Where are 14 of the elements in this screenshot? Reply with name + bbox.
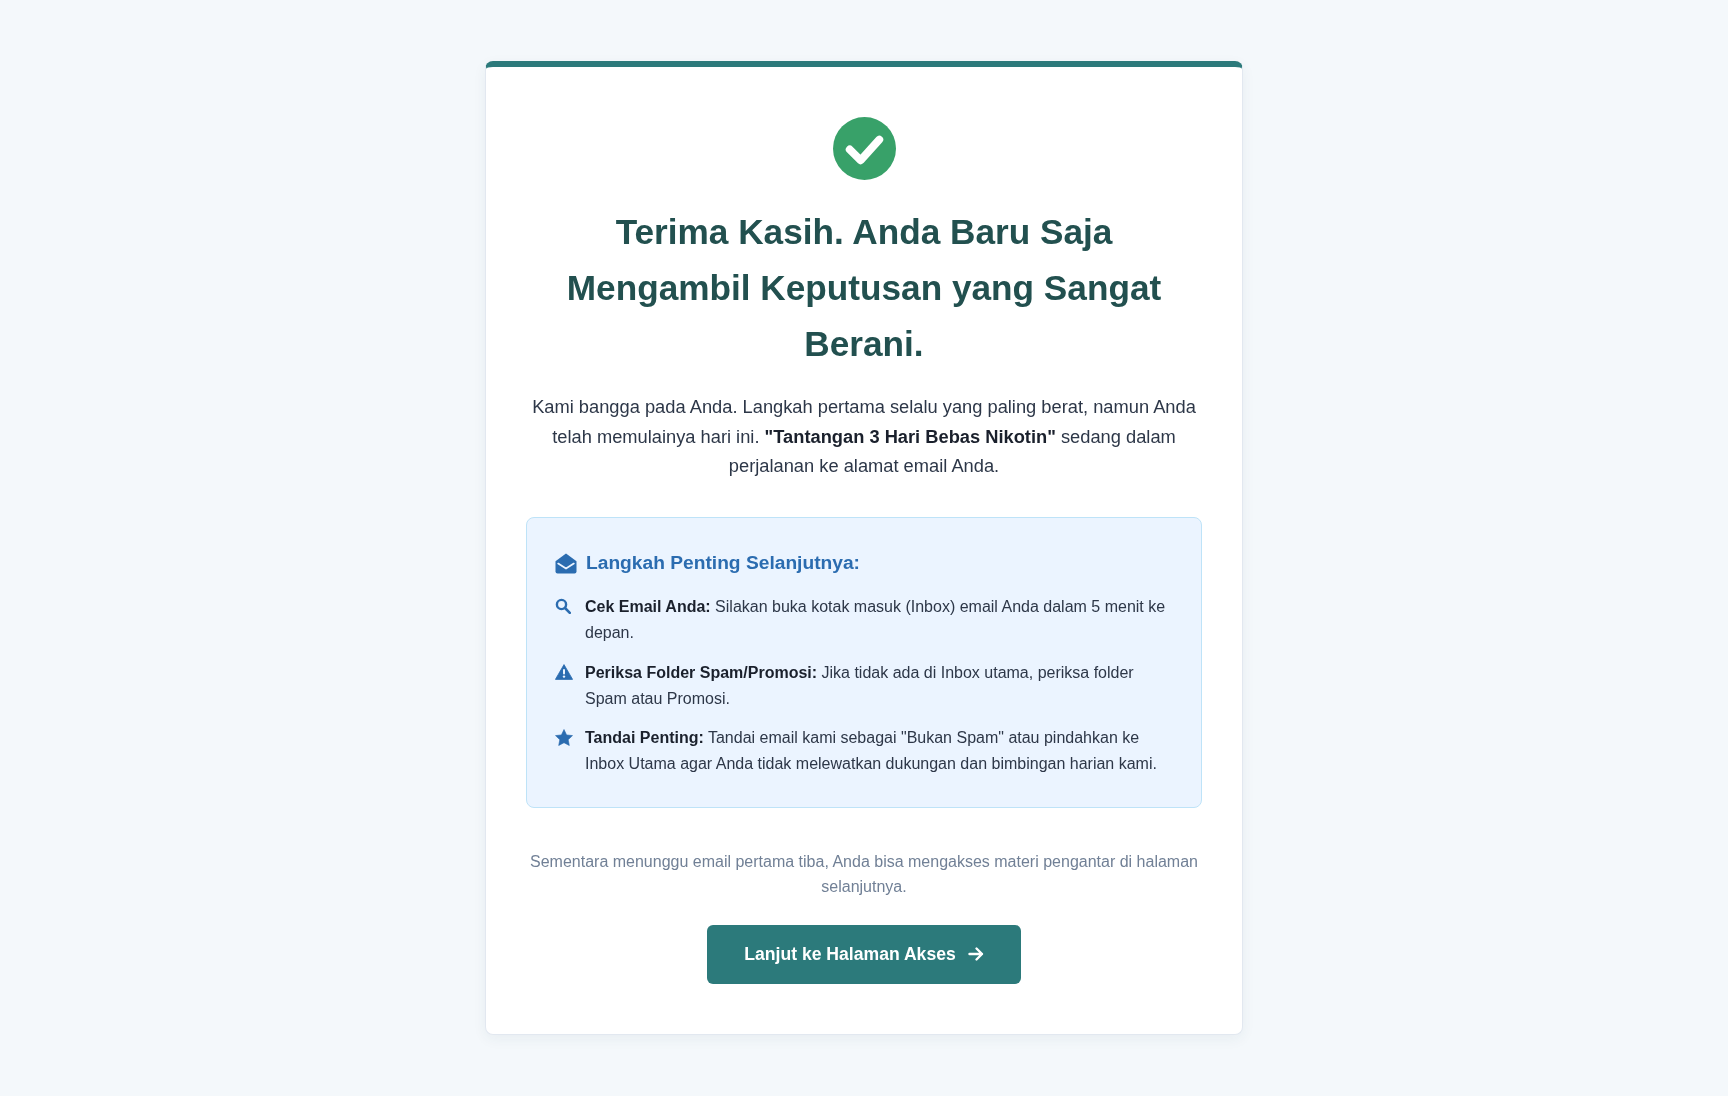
step-text: Tandai Penting: Tandai email kami sebagai "Bukan Spam" atau pindahkan ke Inbox Utama agar Anda tidak melewatkan dukungan dan bimbingan harian kami. [585,728,1158,775]
arrow-right-icon [967,946,984,963]
step-text: Periksa Folder Spam/Promosi: Jika tidak ada di Inbox utama, periksa folder Spam atau Promosi. [585,662,1135,709]
heading: Terima Kasih. Anda Baru Saja Mengambil Keputusan yang Sangat Berani. [565,211,1163,365]
note-text: Sementara menunggu email pertama tiba, Anda bisa mengakses materi pengantar di halaman selanjutnya. [529,851,1199,897]
continue-button[interactable]: Lanjut ke Halaman Akses [707,924,1021,984]
warning-icon [555,663,573,680]
magnifier-icon [555,598,571,615]
envelope-icon [555,552,577,574]
message-paragraph: Kami bangga pada Anda. Langkah pertama selalu yang paling berat, namun Anda telah memulainya hari ini. "Tantangan 3 Hari Bebas Nikotin" sedang dalam perjalanan ke alamat email Anda. [531,395,1197,479]
panel-heading: Langkah Penting Selanjutnya: [586,551,860,576]
step-text: Cek Email Anda: Silakan buka kotak masuk (Inbox) email Anda dalam 5 menit ke depan. [585,597,1167,643]
star-icon [555,729,573,747]
check-circle-icon [832,117,896,180]
